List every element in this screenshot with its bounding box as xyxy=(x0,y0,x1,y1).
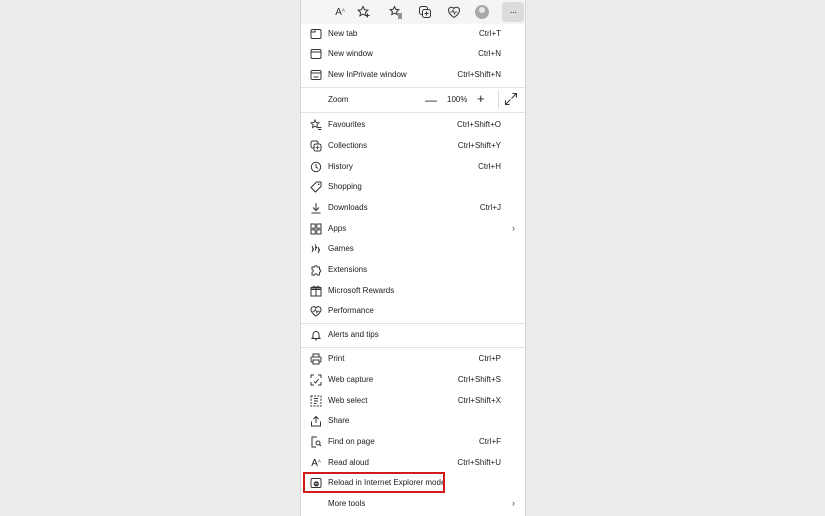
find-icon xyxy=(309,435,323,449)
chevron-right-icon: › xyxy=(512,498,515,508)
menu-label: Find on page xyxy=(328,437,375,446)
favourites-icon xyxy=(309,118,323,132)
browser-menu-panel: Aᴬ ··· New tab Ctrl+T New window Ctrl+N … xyxy=(300,0,526,516)
collections-icon[interactable] xyxy=(416,3,434,21)
more-options-icon[interactable]: ··· xyxy=(502,2,524,22)
shortcut-text: Ctrl+H xyxy=(478,162,501,171)
menu-item-more-tools[interactable]: More tools › xyxy=(301,494,525,514)
shortcut-text: Ctrl+Shift+O xyxy=(456,120,501,129)
shortcut-text: Ctrl+T xyxy=(479,29,501,38)
shortcut-text: Ctrl+N xyxy=(478,49,501,58)
history-icon xyxy=(309,160,323,174)
share-icon xyxy=(309,414,323,428)
menu-label: Performance xyxy=(328,306,374,315)
menu-item-performance[interactable]: Performance xyxy=(301,301,525,321)
menu-item-history[interactable]: History Ctrl+H xyxy=(301,157,525,177)
menu-label: Games xyxy=(328,244,354,253)
download-icon xyxy=(309,201,323,215)
menu-label: Reload in Internet Explorer mode xyxy=(328,478,446,487)
menu-item-web-select[interactable]: Web select Ctrl+Shift+X xyxy=(301,391,525,411)
menu-label: New window xyxy=(328,49,373,58)
rewards-icon xyxy=(309,284,323,298)
menu-label: Microsoft Rewards xyxy=(328,286,395,295)
zoom-out-button[interactable]: — xyxy=(425,93,437,107)
fullscreen-icon[interactable] xyxy=(504,92,518,106)
extensions-icon xyxy=(309,263,323,277)
chevron-right-icon: › xyxy=(512,223,515,233)
menu-item-find-on-page[interactable]: Find on page Ctrl+F xyxy=(301,432,525,452)
web-capture-icon xyxy=(309,373,323,387)
inprivate-icon xyxy=(309,68,323,82)
menu-label: Share xyxy=(328,416,350,425)
menu-item-extensions[interactable]: Extensions xyxy=(301,260,525,280)
menu-label: Web select xyxy=(328,396,368,405)
menu-item-share[interactable]: Share xyxy=(301,411,525,431)
print-icon xyxy=(309,352,323,366)
new-tab-icon xyxy=(309,27,323,41)
shortcut-text: Ctrl+P xyxy=(478,354,501,363)
menu-item-new-window[interactable]: New window Ctrl+N xyxy=(301,44,525,64)
divider xyxy=(498,90,499,109)
shortcut-text: Ctrl+F xyxy=(479,437,501,446)
menu-label: Alerts and tips xyxy=(328,330,379,339)
add-favorite-icon[interactable] xyxy=(355,3,373,21)
shopping-tag-icon xyxy=(309,180,323,194)
menu-item-games[interactable]: Games xyxy=(301,239,525,259)
apps-icon xyxy=(309,222,323,236)
bell-icon xyxy=(309,328,323,342)
favorites-icon[interactable] xyxy=(387,3,405,21)
menu-item-downloads[interactable]: Downloads Ctrl+J xyxy=(301,198,525,218)
zoom-label: Zoom xyxy=(328,95,349,104)
zoom-level: 100% xyxy=(447,95,468,104)
menu-item-new-tab[interactable]: New tab Ctrl+T xyxy=(301,24,525,44)
divider xyxy=(301,323,525,324)
shortcut-text: Ctrl+Shift+U xyxy=(457,458,501,467)
divider xyxy=(301,112,525,113)
menu-item-alerts-and-tips[interactable]: Alerts and tips xyxy=(301,325,525,345)
menu-label: Collections xyxy=(328,141,368,150)
menu-item-collections[interactable]: Collections Ctrl+Shift+Y xyxy=(301,136,525,156)
menu-label: Extensions xyxy=(328,265,368,274)
shortcut-text: Ctrl+Shift+N xyxy=(457,70,501,79)
shortcut-text: Ctrl+Shift+S xyxy=(457,375,501,384)
read-aloud-icon: Aᴬ xyxy=(311,457,321,469)
menu-item-favourites[interactable]: Favourites Ctrl+Shift+O xyxy=(301,115,525,135)
new-window-icon xyxy=(309,47,323,61)
browser-essentials-icon[interactable] xyxy=(445,3,463,21)
menu-label: Web capture xyxy=(328,375,374,384)
divider xyxy=(301,347,525,348)
ie-mode-icon xyxy=(309,476,323,490)
shortcut-text: Ctrl+Shift+X xyxy=(457,396,501,405)
menu-label: New tab xyxy=(328,29,358,38)
menu-item-reload-ie-mode[interactable]: Reload in Internet Explorer mode xyxy=(301,473,525,493)
read-aloud-icon[interactable]: Aᴬ xyxy=(331,3,349,21)
games-icon xyxy=(309,242,323,256)
menu-item-microsoft-rewards[interactable]: Microsoft Rewards xyxy=(301,281,525,301)
menu-item-shopping[interactable]: Shopping xyxy=(301,177,525,197)
web-select-icon xyxy=(309,394,323,408)
zoom-row: Zoom — 100% + xyxy=(301,87,525,112)
menu-label: Read aloud xyxy=(328,458,369,467)
menu-label: History xyxy=(328,162,353,171)
menu-label: Downloads xyxy=(328,203,368,212)
menu-label: Favourites xyxy=(328,120,366,129)
profile-avatar[interactable] xyxy=(473,3,491,21)
menu-label: New InPrivate window xyxy=(328,70,407,79)
menu-label: More tools xyxy=(328,499,366,508)
menu-item-apps[interactable]: Apps › xyxy=(301,219,525,239)
browser-toolbar: Aᴬ ··· xyxy=(301,0,525,24)
menu-item-print[interactable]: Print Ctrl+P xyxy=(301,349,525,369)
collections-icon xyxy=(309,139,323,153)
menu-item-web-capture[interactable]: Web capture Ctrl+Shift+S xyxy=(301,370,525,390)
menu-label: Shopping xyxy=(328,182,362,191)
shortcut-text: Ctrl+Shift+Y xyxy=(457,141,501,150)
menu-item-new-inprivate[interactable]: New InPrivate window Ctrl+Shift+N xyxy=(301,65,525,85)
menu-label: Print xyxy=(328,354,345,363)
zoom-in-button[interactable]: + xyxy=(477,91,485,106)
performance-icon xyxy=(309,304,323,318)
menu-label: Apps xyxy=(328,224,347,233)
shortcut-text: Ctrl+J xyxy=(479,203,501,212)
menu-item-read-aloud[interactable]: Aᴬ Read aloud Ctrl+Shift+U xyxy=(301,453,525,473)
